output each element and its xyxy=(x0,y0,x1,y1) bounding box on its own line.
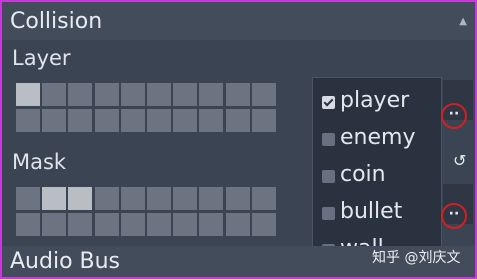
mask-bit-5[interactable] xyxy=(120,187,145,210)
mask-bit-3[interactable] xyxy=(68,187,93,210)
mask-bit-2[interactable] xyxy=(42,187,67,210)
checkbox-icon[interactable] xyxy=(322,133,335,146)
layer-bit-5[interactable] xyxy=(120,83,145,106)
audio-bus-title: Audio Bus xyxy=(10,249,121,274)
mask-bit-11[interactable] xyxy=(16,213,40,236)
layer-bit-11[interactable] xyxy=(16,109,40,132)
collision-title: Collision xyxy=(10,9,103,34)
mask-more-button[interactable]: ·· xyxy=(441,203,467,229)
layer-bit-19[interactable] xyxy=(225,109,250,132)
layer-bit-20[interactable] xyxy=(251,109,276,132)
popup-item-label: enemy xyxy=(340,125,416,150)
mask-bit-6[interactable] xyxy=(147,187,171,210)
mask-bit-4[interactable] xyxy=(94,187,119,210)
mask-bit-16[interactable] xyxy=(147,213,171,236)
layer-bit-13[interactable] xyxy=(68,109,93,132)
layer-more-button[interactable]: ·· xyxy=(441,103,467,129)
reset-icon[interactable]: ↺ xyxy=(453,151,466,170)
layer-label: Layer xyxy=(12,46,71,70)
layer-bit-15[interactable] xyxy=(120,109,145,132)
mask-bit-grid[interactable] xyxy=(16,187,280,237)
layer-bit-4[interactable] xyxy=(94,83,119,106)
layer-bit-14[interactable] xyxy=(94,109,119,132)
popup-item-bullet[interactable]: bullet xyxy=(313,195,441,232)
mask-bit-14[interactable] xyxy=(94,213,119,236)
layer-bit-16[interactable] xyxy=(147,109,171,132)
mask-bit-13[interactable] xyxy=(68,213,93,236)
checkbox-icon[interactable] xyxy=(322,207,335,220)
popup-item-enemy[interactable]: enemy xyxy=(313,121,441,158)
popup-item-coin[interactable]: coin xyxy=(313,158,441,195)
popup-item-label: coin xyxy=(340,162,386,187)
mask-bit-17[interactable] xyxy=(173,213,198,236)
mask-bit-12[interactable] xyxy=(42,213,67,236)
layer-bit-3[interactable] xyxy=(68,83,93,106)
layer-bit-10[interactable] xyxy=(251,83,276,106)
mask-bit-10[interactable] xyxy=(251,187,276,210)
layer-bit-2[interactable] xyxy=(42,83,67,106)
checkbox-icon[interactable] xyxy=(322,96,335,109)
mask-bit-8[interactable] xyxy=(199,187,224,210)
layer-bit-grid[interactable] xyxy=(16,83,280,133)
layer-bit-12[interactable] xyxy=(42,109,67,132)
layer-bit-9[interactable] xyxy=(225,83,250,106)
mask-bit-19[interactable] xyxy=(225,213,250,236)
mask-bit-18[interactable] xyxy=(199,213,224,236)
layer-bit-7[interactable] xyxy=(173,83,198,106)
layer-bit-18[interactable] xyxy=(199,109,224,132)
mask-bit-7[interactable] xyxy=(173,187,198,210)
mask-bit-1[interactable] xyxy=(16,187,40,210)
collapse-chevron-icon[interactable]: ▲ xyxy=(459,16,467,27)
watermark: 知乎 @刘庆文 xyxy=(372,250,461,266)
mask-label: Mask xyxy=(12,150,67,174)
mask-bit-9[interactable] xyxy=(225,187,250,210)
layer-bit-6[interactable] xyxy=(147,83,171,106)
popup-item-player[interactable]: player xyxy=(313,84,441,121)
layer-bit-17[interactable] xyxy=(173,109,198,132)
layer-bit-1[interactable] xyxy=(16,83,40,106)
mask-bit-15[interactable] xyxy=(120,213,145,236)
layer-bit-8[interactable] xyxy=(199,83,224,106)
mask-bit-20[interactable] xyxy=(251,213,276,236)
checkbox-icon[interactable] xyxy=(322,170,335,183)
popup-item-label: player xyxy=(340,88,410,113)
popup-item-label: bullet xyxy=(340,199,403,224)
collision-header[interactable]: Collision ▲ xyxy=(2,2,475,40)
